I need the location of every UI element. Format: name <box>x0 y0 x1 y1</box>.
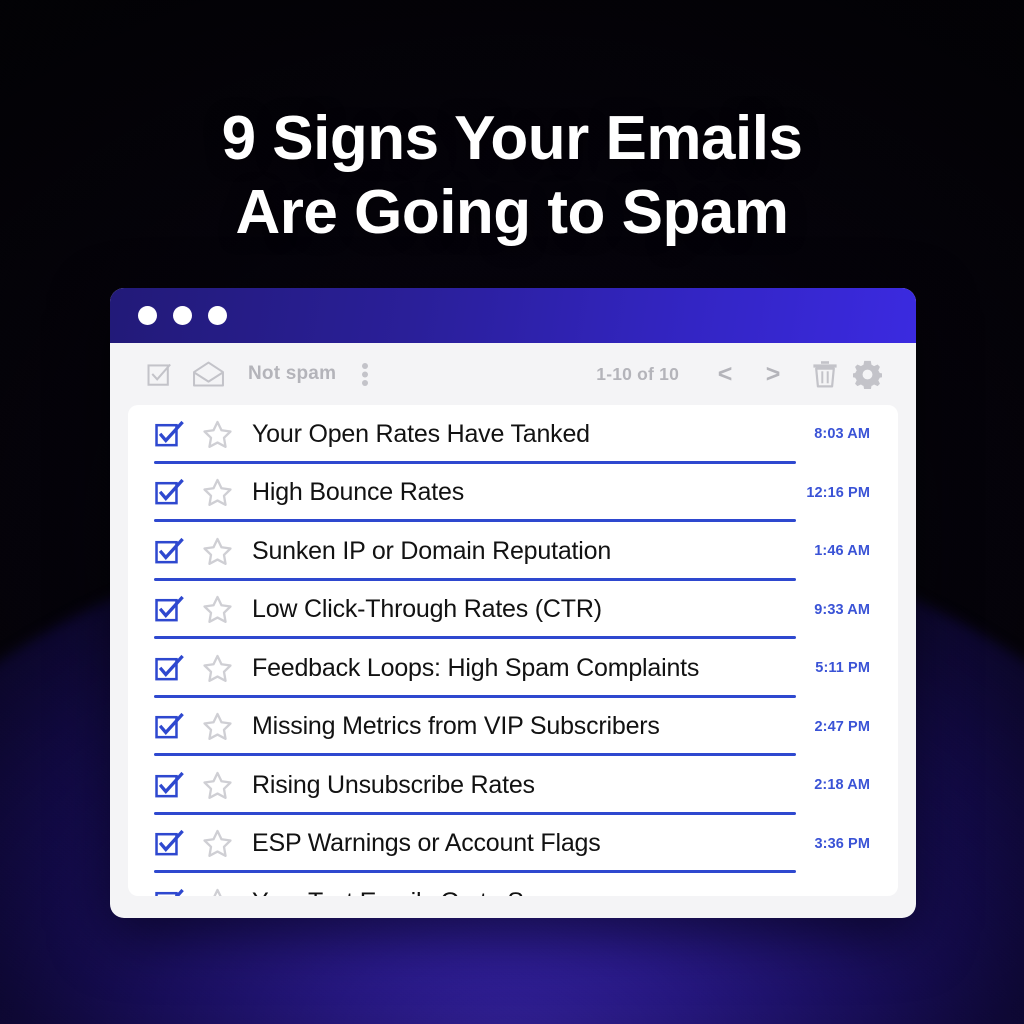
row-star-icon[interactable] <box>192 828 242 859</box>
email-subject: High Bounce Rates <box>252 478 465 507</box>
email-row[interactable]: Your Test Emails Go to Spam3:36 PM <box>148 873 878 896</box>
page-title-line-1: 9 Signs Your Emails <box>221 104 803 173</box>
row-checkbox-checked-icon[interactable] <box>154 828 192 859</box>
trash-icon[interactable] <box>811 359 839 389</box>
email-time: 5:11 PM <box>815 660 870 677</box>
mailbox-toolbar: Not spam 1-10 of 10 < > <box>110 343 916 405</box>
email-time: 2:18 AM <box>814 777 870 794</box>
page-title-line-2: Are Going to Spam <box>235 178 789 247</box>
window-titlebar <box>110 288 916 343</box>
more-vertical-icon[interactable] <box>361 361 369 388</box>
email-time: 3:36 PM <box>815 894 875 896</box>
next-page-button[interactable]: > <box>749 361 797 387</box>
window-dot-maximize[interactable] <box>208 306 227 325</box>
email-subject: Low Click-Through Rates (CTR) <box>252 595 602 624</box>
email-row[interactable]: Feedback Loops: High Spam Complaints 5:11… <box>148 639 878 698</box>
email-client-window: Not spam 1-10 of 10 < > Your Open Rates … <box>110 288 916 918</box>
email-time: 2:47 PM <box>814 718 870 735</box>
window-dot-minimize[interactable] <box>173 306 192 325</box>
row-checkbox-checked-icon[interactable] <box>154 477 192 508</box>
row-star-icon[interactable] <box>192 536 242 567</box>
email-row[interactable]: Sunken IP or Domain Reputation 1:46 AM <box>148 522 878 581</box>
email-subject: Feedback Loops: High Spam Complaints <box>252 653 700 682</box>
row-star-icon[interactable] <box>192 770 242 801</box>
row-star-icon[interactable] <box>192 887 242 896</box>
row-star-icon[interactable] <box>192 653 242 684</box>
email-time: 1:46 AM <box>814 543 870 560</box>
row-checkbox-checked-icon[interactable] <box>154 536 192 567</box>
row-star-icon[interactable] <box>192 594 242 625</box>
not-spam-button[interactable]: Not spam <box>248 363 336 385</box>
email-row[interactable]: Low Click-Through Rates (CTR) 9:33 AM <box>148 581 878 639</box>
prev-page-button[interactable]: < <box>701 361 749 387</box>
row-checkbox-checked-icon[interactable] <box>154 770 192 801</box>
email-row[interactable]: Your Open Rates Have Tanked 8:03 AM <box>148 405 878 464</box>
pagination-label: 1-10 of 10 <box>596 363 679 384</box>
row-checkbox-checked-icon[interactable] <box>154 887 192 896</box>
gear-icon[interactable] <box>853 360 882 389</box>
window-dot-close[interactable] <box>138 306 157 325</box>
email-list: Your Open Rates Have Tanked 8:03 AM High B… <box>128 405 898 896</box>
email-subject: Your Open Rates Have Tanked <box>252 419 590 448</box>
email-subject: Rising Unsubscribe Rates <box>252 770 535 799</box>
poster-canvas: 9 Signs Your Emails Are Going to Spam No… <box>0 0 1024 1024</box>
page-title: 9 Signs Your Emails Are Going to Spam <box>0 102 1024 250</box>
email-subject: ESP Warnings or Account Flags <box>252 829 601 858</box>
email-row[interactable]: Missing Metrics from VIP Subscribers 2:47… <box>148 698 878 756</box>
row-checkbox-checked-icon[interactable] <box>154 653 192 684</box>
checkbox-checked-icon[interactable] <box>146 361 173 388</box>
email-subject: Missing Metrics from VIP Subscribers <box>252 712 660 741</box>
email-row[interactable]: Rising Unsubscribe Rates 2:18 AM <box>148 756 878 815</box>
email-time: 3:36 PM <box>814 835 870 852</box>
row-checkbox-checked-icon[interactable] <box>154 711 192 742</box>
email-subject: Sunken IP or Domain Reputation <box>252 536 612 565</box>
email-time: 9:33 AM <box>814 601 870 618</box>
email-subject: Your Test Emails Go to Spam <box>242 888 815 896</box>
email-time: 8:03 AM <box>814 426 870 443</box>
email-time: 12:16 PM <box>806 484 870 501</box>
row-checkbox-checked-icon[interactable] <box>154 419 192 450</box>
row-checkbox-checked-icon[interactable] <box>154 594 192 625</box>
email-row[interactable]: ESP Warnings or Account Flags 3:36 PM <box>148 815 878 873</box>
email-row[interactable]: High Bounce Rates 12:16 PM <box>148 464 878 522</box>
row-star-icon[interactable] <box>192 419 242 450</box>
open-envelope-icon[interactable] <box>192 361 225 388</box>
row-star-icon[interactable] <box>192 711 242 742</box>
row-star-icon[interactable] <box>192 477 242 508</box>
